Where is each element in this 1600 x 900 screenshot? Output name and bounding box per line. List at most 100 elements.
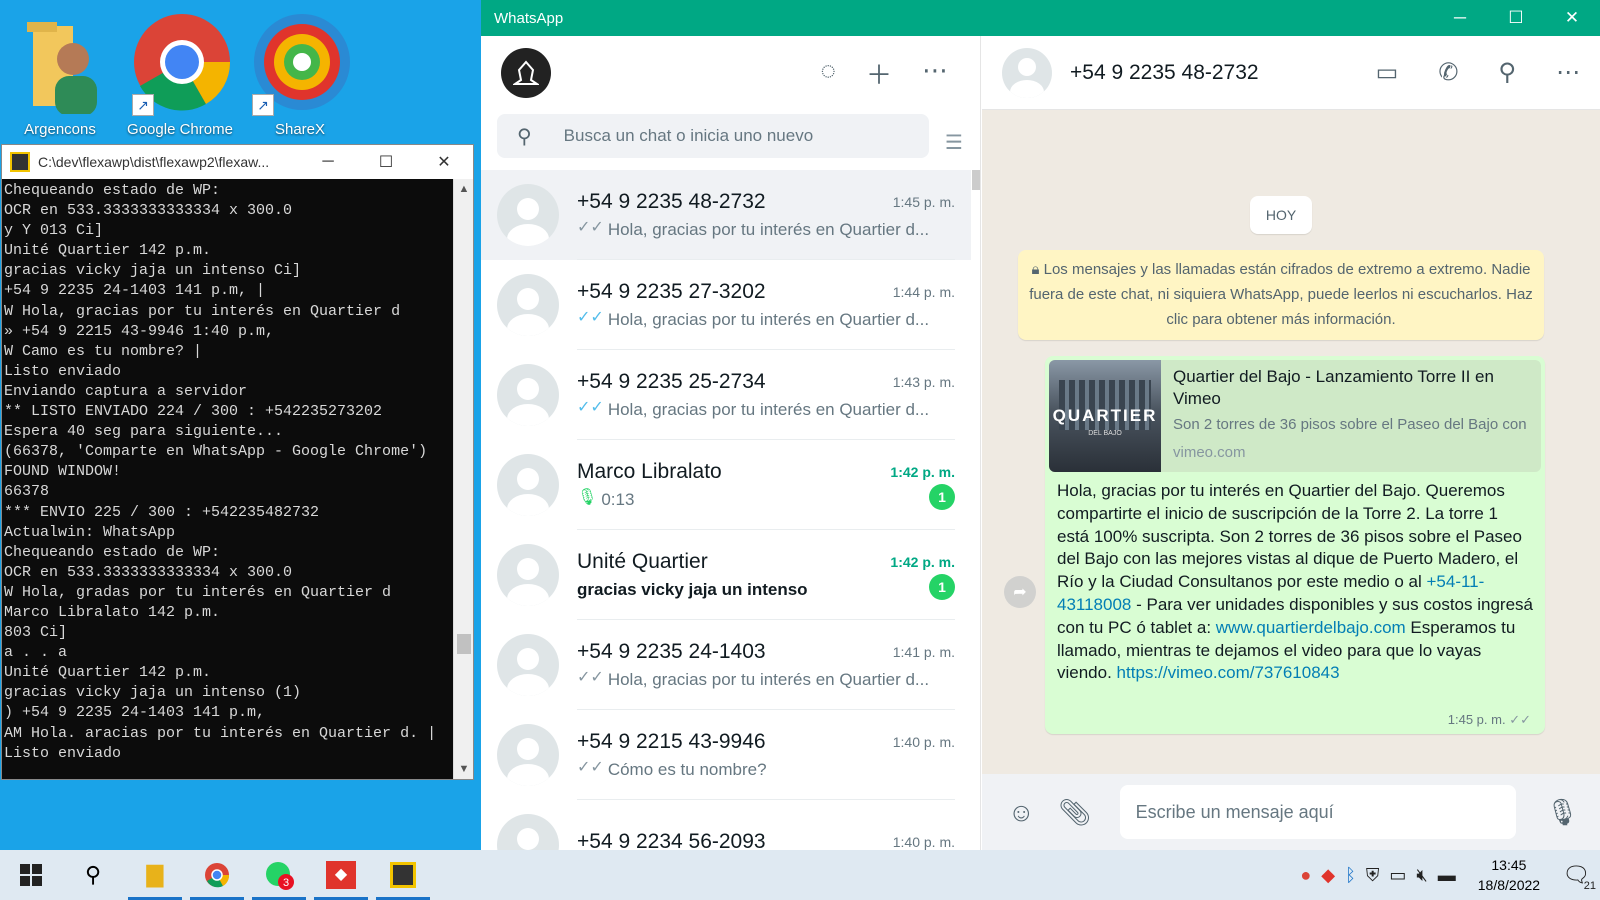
chat-time: 1:40 p. m. <box>892 733 955 750</box>
windows-logo-icon <box>20 864 42 886</box>
new-chat-icon[interactable]: ＋ <box>866 55 892 92</box>
console-line: » +54 9 2215 43-9946 1:40 p.m, <box>4 322 275 340</box>
chat-avatar[interactable] <box>497 364 559 426</box>
taskbar-search-icon[interactable]: ⚲ <box>62 850 124 900</box>
profile-avatar[interactable] <box>501 48 551 98</box>
maximize-button[interactable]: ☐ <box>1488 8 1544 28</box>
encryption-notice[interactable]: 🔒︎ Los mensajes y las llamadas están cif… <box>1018 250 1544 340</box>
double-check-icon: ✓✓ <box>577 308 604 326</box>
desktop-icon-label: ShareX <box>274 121 326 138</box>
chat-avatar[interactable] <box>497 184 559 246</box>
chat-list-item[interactable]: Unité Quartier 1:42 p. m. gracias vicky ja… <box>481 530 971 620</box>
status-icon[interactable]: ◌ <box>821 55 836 92</box>
scroll-down-icon[interactable]: ▼ <box>454 763 474 775</box>
console-line: Chequeando estado de WP: <box>4 543 221 561</box>
chat-list-header: ◌ ＋ ⋯ <box>481 36 980 110</box>
filter-icon[interactable]: ☰ <box>945 130 963 155</box>
taskbar-whatsapp[interactable]: 3 <box>248 850 310 900</box>
unread-badge: 1 <box>929 483 955 510</box>
desktop-icon-label: Google Chrome <box>127 121 233 138</box>
conversation-pane: +54 9 2235 48-2732 ▭ ✆ ⚲ ⋯ HOY 🔒︎ Los me… <box>982 36 1600 850</box>
link-preview[interactable]: QUARTIER DEL BAJO Quartier del Bajo - La… <box>1049 360 1541 472</box>
emoji-icon[interactable]: ☺ <box>1008 797 1035 828</box>
desktop-icon-argencons[interactable]: Argencons <box>4 8 116 138</box>
chat-avatar[interactable] <box>497 634 559 696</box>
chat-list-pane: ◌ ＋ ⋯ ⚲ Busca un chat o inicia uno nuevo… <box>481 36 981 850</box>
attach-icon[interactable]: 📎︎ <box>1059 797 1092 828</box>
chat-time: 1:45 p. m. <box>892 193 955 210</box>
chat-last-message: Hola, gracias por tu interés en Quartier… <box>607 219 930 239</box>
desktop-icon-chrome[interactable]: ↗ Google Chrome <box>124 8 236 138</box>
taskbar-chrome[interactable] <box>186 850 248 900</box>
chat-list-item[interactable]: Marco Libralato 1:42 p. m. 🎙︎ 0:13 1 <box>481 440 971 530</box>
microphone-icon: 🎙︎ <box>577 488 598 506</box>
clock[interactable]: 13:45 18/8/2022 <box>1478 855 1540 895</box>
bluetooth-icon[interactable]: ᛒ <box>1345 865 1356 886</box>
whatsapp-window[interactable]: WhatsApp ─ ☐ ✕ ◌ ＋ ⋯ ⚲ Busca un chat o i… <box>481 0 1600 850</box>
video-call-icon[interactable]: ▭ <box>1376 58 1399 87</box>
chat-avatar[interactable] <box>497 274 559 336</box>
chat-avatar[interactable] <box>497 724 559 786</box>
video-thumbnail[interactable]: QUARTIER DEL BAJO <box>1049 360 1161 472</box>
search-icon[interactable]: ⚲ <box>1498 58 1516 87</box>
taskbar-file-explorer[interactable]: ▇ <box>124 850 186 900</box>
outgoing-message[interactable]: QUARTIER DEL BAJO Quartier del Bajo - La… <box>1045 356 1545 734</box>
system-tray: ● ◆ ᛒ ⛨ ▭ 🔇︎ ▬ 13:45 18/8/2022 🗨︎ 21 <box>1300 855 1600 895</box>
taskbar-app-red[interactable]: ◆ <box>310 850 372 900</box>
minimize-button[interactable]: ─ <box>299 153 357 171</box>
chrome-tray-icon[interactable]: ● <box>1300 865 1311 886</box>
volume-muted-icon[interactable]: 🔇︎ <box>1416 865 1427 886</box>
search-box[interactable]: ⚲ Busca un chat o inicia uno nuevo <box>497 114 929 158</box>
battery-icon[interactable]: ▬ <box>1438 865 1456 886</box>
chat-name: +54 9 2235 27-3202 <box>577 279 766 303</box>
whatsapp-titlebar[interactable]: WhatsApp ─ ☐ ✕ <box>481 0 1600 36</box>
video-link[interactable]: https://vimeo.com/737610843 <box>1117 663 1340 682</box>
console-output: Chequeando estado de WP: OCR en 533.33333… <box>4 181 451 779</box>
console-line: Marco Libralato 142 p.m. <box>4 603 221 621</box>
chat-avatar[interactable] <box>497 544 559 606</box>
taskbar-python-console[interactable] <box>372 850 434 900</box>
console-line: AM Hola. aracias por tu interés en Quart… <box>4 724 437 742</box>
desktop-icon-sharex[interactable]: ↗ ShareX <box>244 8 356 138</box>
chat-list-item[interactable]: +54 9 2235 24-1403 1:41 p. m. ✓✓ Hola, grac… <box>481 620 971 710</box>
search-input[interactable]: Busca un chat o inicia uno nuevo <box>564 126 814 146</box>
microphone-icon[interactable]: 🎙︎ <box>1546 797 1579 828</box>
chat-avatar[interactable] <box>497 814 559 850</box>
minimize-button[interactable]: ─ <box>1432 8 1488 28</box>
contact-name[interactable]: +54 9 2235 48-2732 <box>1070 61 1376 85</box>
console-window[interactable]: C:\dev\flexawp\dist\flexawp2\flexaw... ─… <box>1 144 474 780</box>
conversation-header[interactable]: +54 9 2235 48-2732 ▭ ✆ ⚲ ⋯ <box>982 36 1600 110</box>
console-titlebar[interactable]: C:\dev\flexawp\dist\flexawp2\flexaw... ─… <box>2 145 473 179</box>
contact-avatar[interactable] <box>1002 47 1052 98</box>
close-button[interactable]: ✕ <box>415 152 473 172</box>
close-button[interactable]: ✕ <box>1544 8 1600 28</box>
preview-title: Quartier del Bajo - Lanzamiento Torre II… <box>1173 367 1494 408</box>
console-scrollbar[interactable]: ▲ ▼ <box>453 179 473 779</box>
forward-icon[interactable]: ➦ <box>1004 576 1036 608</box>
network-icon[interactable]: ▭ <box>1389 865 1406 886</box>
chat-list-item[interactable]: +54 9 2215 43-9946 1:40 p. m. ✓✓ Cómo es tu… <box>481 710 971 800</box>
console-line: OCR en 533.3333333333334 x 300.0 <box>4 202 293 220</box>
chat-list-item[interactable]: +54 9 2235 25-2734 1:43 p. m. ✓✓ Hola, grac… <box>481 350 971 440</box>
voice-call-icon[interactable]: ✆ <box>1438 58 1458 87</box>
chat-avatar[interactable] <box>497 454 559 516</box>
scroll-up-icon[interactable]: ▲ <box>454 183 474 195</box>
site-link[interactable]: www.quartierdelbajo.com <box>1216 618 1406 637</box>
message-input[interactable]: Escribe un mensaje aquí <box>1119 785 1516 839</box>
maximize-button[interactable]: ☐ <box>357 152 415 172</box>
menu-icon[interactable]: ⋯ <box>1556 58 1580 87</box>
app-tray-icon[interactable]: ◆ <box>1321 865 1335 886</box>
chat-list-item[interactable]: +54 9 2235 27-3202 1:44 p. m. ✓✓ Hola, grac… <box>481 260 971 350</box>
chat-list-item[interactable]: +54 9 2235 48-2732 1:45 p. m. ✓✓ Hola, grac… <box>481 170 971 260</box>
console-line: Unité Quartier 142 p.m. <box>4 664 212 682</box>
chat-list-scrollbar[interactable] <box>972 170 980 190</box>
start-button[interactable] <box>0 850 62 900</box>
chat-list-item[interactable]: +54 9 2234 56-2093 1:40 p. m. <box>481 800 971 850</box>
notification-center-icon[interactable]: 🗨︎ 21 <box>1562 862 1596 892</box>
security-icon[interactable]: ⛨ <box>1366 865 1380 886</box>
chat-time: 1:44 p. m. <box>892 283 955 300</box>
console-line: W Hola, gradas por tu interés en Quartie… <box>4 583 392 601</box>
console-line: y Y 013 Ci] <box>4 222 104 240</box>
scroll-thumb[interactable] <box>457 634 471 654</box>
menu-icon[interactable]: ⋯ <box>922 55 948 92</box>
